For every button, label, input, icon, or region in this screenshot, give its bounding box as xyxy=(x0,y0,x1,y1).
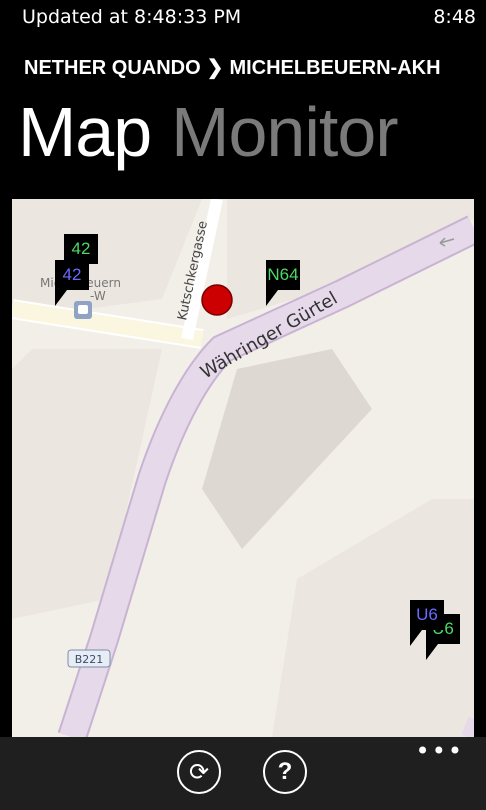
breadcrumb-to: MICHELBEUERN-AKH xyxy=(229,57,441,79)
road-badge-label: B221 xyxy=(75,653,104,666)
stop-marker[interactable]: U6 xyxy=(410,600,444,646)
street-side xyxy=(12,301,204,347)
breadcrumb: NETHER QUANDO ❯ MICHELBEUERN-AKH xyxy=(24,55,441,80)
stop-marker[interactable]: 42 xyxy=(55,260,89,306)
chevron-right-icon: ❯ xyxy=(206,57,224,79)
building-block xyxy=(12,199,202,319)
more-options-button[interactable]: ••• xyxy=(416,737,464,765)
clock: 8:48 xyxy=(433,6,476,28)
pivot-header: Map Monitor xyxy=(18,82,399,182)
stop-marker[interactable]: N64 xyxy=(266,260,300,306)
status-bar: Updated at 8:48:33 PM 8:48 xyxy=(0,0,486,34)
updated-time: Updated at 8:48:33 PM xyxy=(22,6,242,28)
refresh-icon: ⟳ xyxy=(188,758,210,786)
breadcrumb-from: NETHER QUANDO xyxy=(24,57,201,79)
road-edge xyxy=(461,716,474,737)
refresh-button[interactable]: ⟳ xyxy=(177,750,221,794)
pivot-tab-monitor[interactable]: Monitor xyxy=(171,93,398,171)
current-location-marker xyxy=(201,284,233,316)
building-block xyxy=(202,349,372,549)
app-bar: ⟳ ? ••• xyxy=(0,737,486,810)
map-view[interactable]: Kutschkergasse Währinger Gürtel Michelbe… xyxy=(12,199,474,737)
place-label-suffix: -W xyxy=(90,289,106,303)
pivot-tab-map[interactable]: Map xyxy=(18,93,152,171)
help-icon: ? xyxy=(277,758,293,785)
help-button[interactable]: ? xyxy=(263,750,307,794)
